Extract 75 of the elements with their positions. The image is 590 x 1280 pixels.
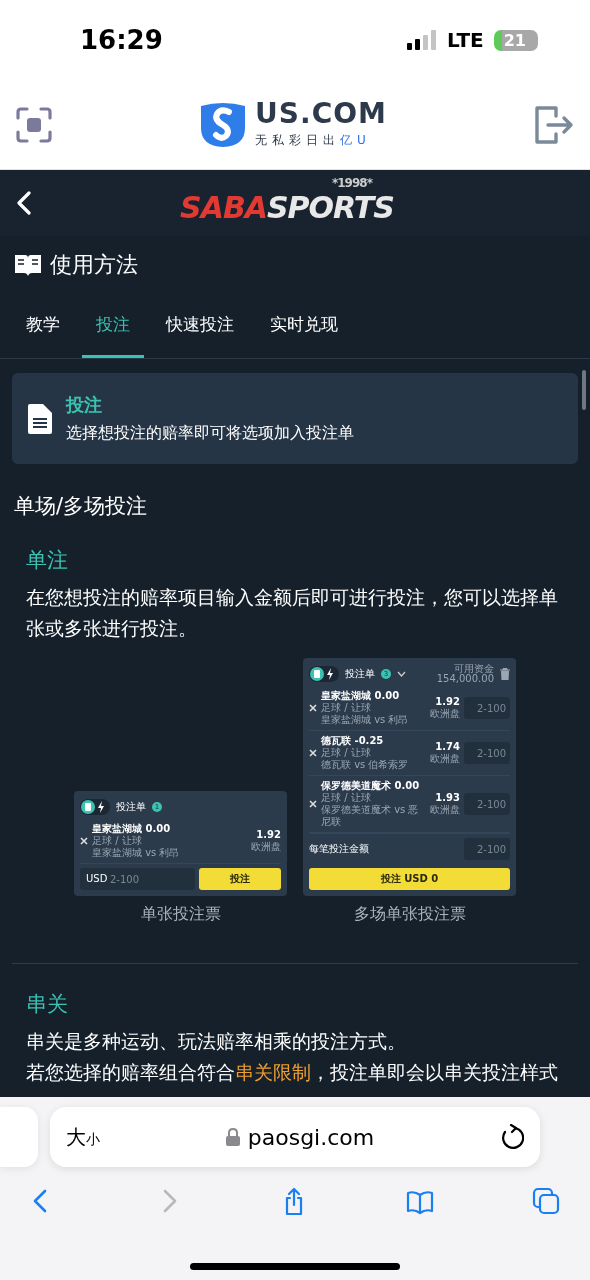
place-bet-button[interactable]: 投注 [199,868,281,890]
url-text: paosgi.com [247,1124,375,1150]
paragraph: 串关是多种运动、玩法赔率相乘的投注方式。 [26,1029,407,1054]
market-text: 足球 / 让球 [321,747,372,759]
remove-icon[interactable] [309,704,317,712]
tab[interactable]: 教学 [12,294,74,358]
section-heading: 单场/多场投注 [14,493,149,520]
tab[interactable]: 实时兑现 [256,294,352,358]
reload-icon[interactable] [500,1124,524,1150]
currency-label: USD [86,873,108,885]
odds-value: 1.92 [435,696,460,708]
slip-title: 投注单 [345,667,375,681]
odds-value: 1.74 [435,741,460,753]
scrollbar [582,370,586,410]
selection-name: 皇家盐湖城 0.00 [92,823,172,835]
address-bar[interactable]: 大小 paosgi.com [50,1107,540,1167]
network-label: LTE [447,28,484,52]
subsection-title: 单注 [26,547,69,574]
balance-label: 可用资金 [454,663,494,674]
selection-name: 保罗德美道魔术 0.00 [321,780,421,792]
tab[interactable]: 投注 [82,294,144,358]
text-size-button[interactable]: 大小 [66,1123,100,1151]
document-icon [28,403,52,434]
odds-type: 欧洲盘 [430,708,460,720]
logout-icon[interactable] [534,105,574,144]
match-text: 皇家盐湖城 vs 利昂 [321,714,410,726]
odds-type: 欧洲盘 [430,753,460,765]
selection-name: 皇家盐湖城 0.00 [321,690,401,702]
remove-icon[interactable] [309,800,317,808]
battery-indicator: 21 [493,29,538,51]
lock-icon [225,1128,240,1146]
market-text: 足球 / 让球 [321,702,372,714]
selection-name: 德瓦联 -0.25 [321,735,385,747]
trash-icon[interactable] [500,668,510,680]
remove-icon[interactable] [309,749,317,757]
tabs-icon[interactable] [532,1187,560,1217]
tab[interactable]: 快速投注 [152,294,248,358]
slip-title: 投注单 [116,800,146,814]
signal-icon [407,30,437,50]
per-bet-label: 每笔投注金额 [309,842,369,856]
subsection-title: 串关 [26,991,69,1018]
paragraph: 若您选择的赔率组合符合串关限制，投注单即会以串关投注样式 [26,1060,559,1085]
stake-field[interactable]: 2-100 [464,742,510,764]
shield-logo-icon [199,101,248,148]
mode-toggle[interactable] [309,666,339,682]
book-icon [14,253,42,277]
card-text: 选择想投注的赔率即可将选项加入投注单 [66,423,354,444]
match-text: 皇家盐湖城 vs 利昂 [92,847,181,859]
remove-icon[interactable] [80,837,88,845]
scan-icon[interactable] [16,106,52,143]
status-time: 16:29 [80,25,163,55]
chevron-down-icon[interactable] [397,671,406,677]
place-bet-button[interactable]: 投注 USD 0 [309,868,510,890]
odds-value: 1.93 [435,792,460,804]
paragraph: 在您想投注的赔率项目输入金额后即可进行投注，您可以选择单张或多张进行投注。 [26,585,559,641]
market-text: 足球 / 让球 [321,792,372,804]
odds-value: 1.92 [256,829,281,841]
brand-name: US.COM [255,100,387,128]
brand-slogan: 无私彩日出 亿U [255,132,372,149]
slip-caption: 多场单张投注票 [353,904,466,925]
stake-field[interactable]: 2-100 [464,793,510,815]
link[interactable]: 串关限制 [235,1061,311,1083]
card-title: 投注 [66,393,103,417]
market-text: 足球 / 让球 [92,835,143,847]
stake-field[interactable]: 2-100 [464,697,510,719]
slip-caption: 单张投注票 [140,904,221,925]
back-icon[interactable] [16,191,32,215]
mode-toggle[interactable] [80,799,110,815]
page-title: 使用方法 [50,251,138,279]
balance-amount: 154,000.00 [436,674,494,685]
odds-type: 欧洲盘 [251,841,281,853]
odds-type: 欧洲盘 [430,804,460,816]
stake-field[interactable]: 2-100 [464,838,510,860]
match-text: 德瓦联 vs 伯希索罗 [321,759,410,771]
match-text: 保罗德美道魔术 vs 恶尼联 [321,804,420,828]
